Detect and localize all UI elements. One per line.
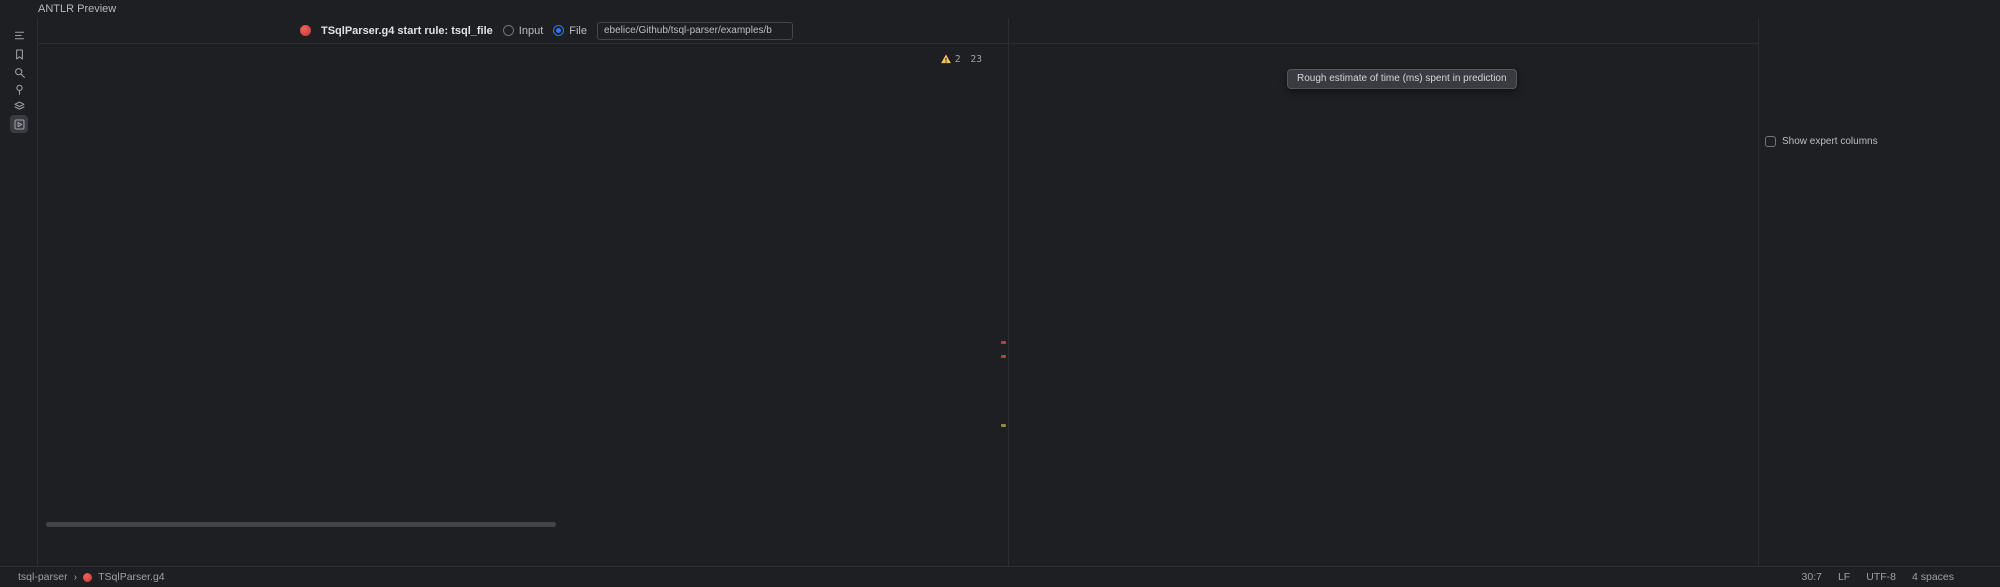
preview-right-pane: Rough estimate of time (ms) spent in pre… bbox=[1008, 18, 2000, 566]
caret-position[interactable]: 30:7 bbox=[1802, 571, 1822, 583]
preview-icon[interactable] bbox=[10, 115, 28, 133]
checkbox-icon bbox=[1765, 136, 1776, 147]
grammar-start-rule-label: TSqlParser.g4 start rule: tsql_file bbox=[321, 25, 493, 37]
radio-circle-icon bbox=[503, 25, 514, 36]
encoding-indicator[interactable]: UTF-8 bbox=[1866, 571, 1896, 583]
show-expert-columns-checkbox[interactable]: Show expert columns bbox=[1765, 136, 1878, 147]
code-editor[interactable]: 2 23 bbox=[38, 44, 1008, 566]
tooltip: Rough estimate of time (ms) spent in pre… bbox=[1287, 69, 1517, 89]
indent-indicator[interactable]: 4 spaces bbox=[1912, 571, 1954, 583]
file-path-input[interactable] bbox=[597, 22, 793, 40]
line-ending-indicator[interactable]: LF bbox=[1838, 571, 1850, 583]
warning-count[interactable]: 2 bbox=[940, 53, 961, 65]
layers-icon[interactable] bbox=[10, 97, 28, 115]
pin-icon[interactable] bbox=[10, 80, 28, 98]
left-toolstrip bbox=[0, 18, 38, 566]
warning-icon bbox=[940, 53, 952, 65]
weak-warning-count[interactable]: 23 bbox=[968, 54, 982, 65]
breadcrumb: tsql-parser › TSqlParser.g4 bbox=[18, 571, 165, 583]
profiler-table bbox=[1009, 66, 1757, 566]
warning-stripe-mark[interactable] bbox=[1001, 424, 1006, 427]
inspections-widget[interactable]: 2 23 bbox=[936, 52, 1000, 66]
horizontal-scrollbar-thumb[interactable] bbox=[46, 522, 556, 527]
error-stripe-mark[interactable] bbox=[1001, 355, 1006, 358]
tool-window-title: ANTLR Preview bbox=[0, 0, 2000, 18]
structure-icon[interactable] bbox=[10, 26, 28, 44]
antlr-grammar-icon bbox=[300, 25, 311, 36]
status-bar: tsql-parser › TSqlParser.g4 30:7 LF UTF-… bbox=[0, 566, 2000, 587]
bookmarks-icon[interactable] bbox=[10, 45, 28, 63]
profiler-table-header bbox=[1009, 50, 1757, 64]
input-file-path-field[interactable] bbox=[597, 22, 793, 40]
search-icon[interactable] bbox=[10, 63, 28, 81]
radio-selected-icon bbox=[553, 25, 564, 36]
input-radio[interactable]: Input bbox=[503, 25, 543, 37]
preview-controls-bar: TSqlParser.g4 start rule: tsql_file Inpu… bbox=[38, 18, 1008, 44]
antlr-preview-window: ANTLR Preview TSqlParser.g4 start rule: … bbox=[0, 0, 2000, 587]
preview-tabs bbox=[1009, 18, 1758, 44]
error-stripe-mark[interactable] bbox=[1001, 341, 1006, 344]
breadcrumb-file[interactable]: TSqlParser.g4 bbox=[98, 571, 165, 583]
panel-divider bbox=[1758, 18, 1759, 566]
antlr-file-icon bbox=[83, 573, 92, 582]
file-radio[interactable]: File bbox=[553, 25, 587, 37]
breadcrumb-project[interactable]: tsql-parser bbox=[18, 571, 68, 583]
